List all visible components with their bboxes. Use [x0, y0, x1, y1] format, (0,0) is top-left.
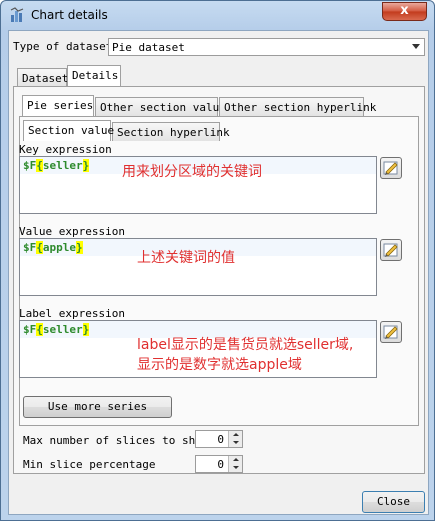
window-title: Chart details	[31, 8, 108, 22]
code-prefix: $F	[23, 241, 37, 254]
key-expression-edit-button[interactable]	[380, 157, 402, 179]
edit-expression-icon	[383, 325, 398, 339]
tab-other-section-value-label: Other section value	[100, 101, 226, 114]
tab-section-value[interactable]: Section value	[23, 120, 115, 141]
label-expression-annotation-line2: 显示的是数字就选apple域	[137, 357, 302, 373]
close-button[interactable]: Close	[362, 491, 425, 513]
dialog-body: Type of dataset Pie dataset Dataset Deta…	[8, 30, 429, 515]
code-field-name: apple	[42, 241, 76, 254]
code-field-name: seller	[42, 159, 83, 172]
min-slice-spinner[interactable]: 0	[195, 455, 243, 473]
tab-pie-series[interactable]: Pie series	[22, 95, 94, 116]
value-expression-code: $F{apple}	[23, 241, 83, 254]
code-brace-open: {	[36, 159, 43, 172]
tab-other-section-hyperlink-label: Other section hyperlink	[224, 101, 377, 114]
code-prefix: $F	[23, 159, 37, 172]
code-brace-close: }	[82, 323, 90, 336]
chart-app-icon	[9, 7, 25, 23]
max-slices-value: 0	[217, 433, 224, 446]
tab-pie-series-label: Pie series	[27, 99, 94, 112]
dataset-type-select[interactable]: Pie dataset	[108, 38, 425, 56]
spinner-up-icon[interactable]	[228, 456, 242, 464]
code-brace-close: }	[82, 159, 90, 172]
key-expression-code: $F{seller}	[23, 159, 90, 172]
edit-expression-icon	[383, 243, 398, 257]
max-slices-label: Max number of slices to show	[23, 434, 209, 447]
min-slice-value: 0	[217, 458, 224, 471]
code-brace-open: {	[36, 241, 43, 254]
tab-other-section-value[interactable]: Other section value	[95, 97, 226, 116]
label-expression-editor[interactable]: $F{seller} label显示的是售货员就选seller域, 显示的是数字…	[19, 320, 377, 378]
tab-dataset[interactable]: Dataset	[17, 68, 69, 87]
label-expression-code: $F{seller}	[23, 323, 90, 336]
chevron-down-icon[interactable]	[412, 44, 420, 49]
tab-details-label: Details	[72, 69, 119, 82]
edit-expression-icon	[383, 161, 398, 175]
key-expression-editor[interactable]: $F{seller} 用来划分区域的关键词	[19, 156, 377, 214]
dataset-type-value: Pie dataset	[112, 41, 185, 54]
tab-section-value-label: Section value	[28, 124, 115, 137]
window-close-button[interactable]: x	[382, 2, 427, 21]
code-prefix: $F	[23, 323, 37, 336]
use-more-series-button[interactable]: Use more series	[23, 396, 172, 418]
chart-details-window: Chart details x Type of dataset Pie data…	[0, 0, 435, 521]
spinner-up-icon[interactable]	[228, 431, 242, 439]
value-expression-annotation: 上述关键词的值	[137, 250, 235, 266]
code-brace-close: }	[76, 241, 83, 254]
details-panel: Pie series Other section value Other sec…	[13, 86, 425, 474]
value-expression-label: Value expression	[19, 225, 125, 238]
tab-other-section-hyperlink[interactable]: Other section hyperlink	[219, 97, 376, 116]
label-expression-edit-button[interactable]	[380, 321, 402, 343]
value-expression-editor[interactable]: $F{apple} 上述关键词的值	[19, 238, 377, 296]
tab-details[interactable]: Details	[67, 65, 121, 86]
key-expression-annotation: 用来划分区域的关键词	[122, 164, 262, 180]
dataset-type-label: Type of dataset	[13, 40, 113, 53]
code-field-name: seller	[42, 323, 83, 336]
spinner-down-icon[interactable]	[228, 439, 242, 447]
tab-dataset-label: Dataset	[22, 72, 69, 85]
key-expression-label: Key expression	[19, 143, 112, 156]
value-expression-edit-button[interactable]	[380, 239, 402, 261]
tab-section-hyperlink-label: Section hyperlink	[117, 126, 230, 139]
section-value-panel: Key expression $F{seller} 用来划分区域的关键词 Val…	[16, 141, 408, 383]
spinner-down-icon[interactable]	[228, 464, 242, 472]
pie-series-panel: Section value Section hyperlink Key expr…	[19, 116, 419, 426]
label-expression-label: Label expression	[19, 307, 125, 320]
tab-section-hyperlink[interactable]: Section hyperlink	[112, 122, 230, 141]
min-slice-label: Min slice percentage	[23, 458, 156, 471]
max-slices-spinner[interactable]: 0	[195, 430, 243, 448]
code-brace-open: {	[36, 323, 43, 336]
title-bar[interactable]: Chart details x	[1, 1, 434, 29]
label-expression-annotation-line1: label显示的是售货员就选seller域,	[137, 337, 354, 353]
